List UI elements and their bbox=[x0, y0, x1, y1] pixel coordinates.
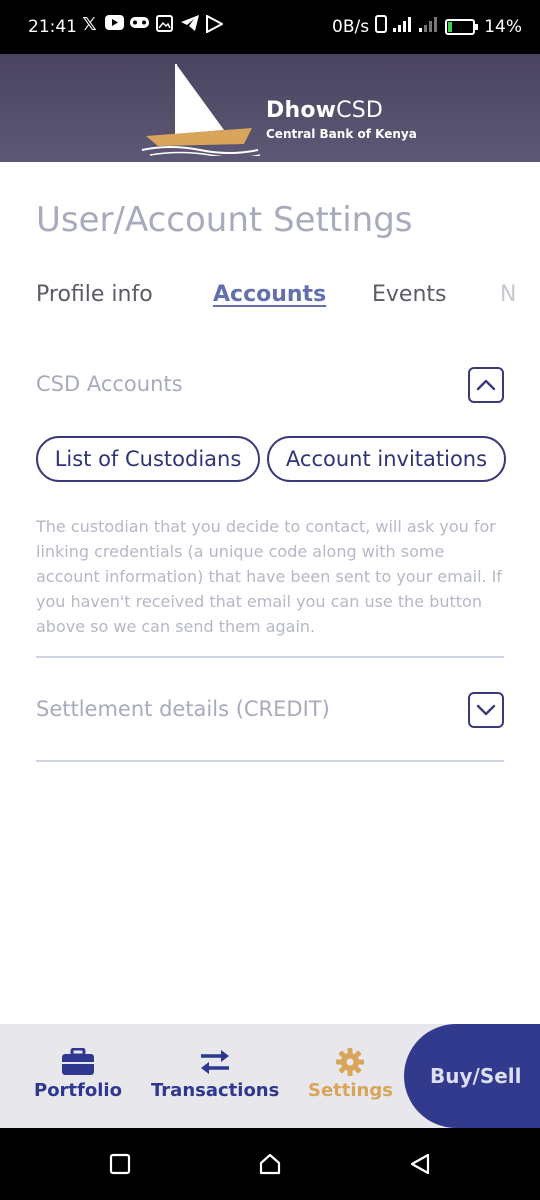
brand: DhowCSD Central Bank of Kenya bbox=[266, 98, 417, 141]
back-triangle-icon bbox=[410, 1153, 430, 1175]
square-icon bbox=[109, 1153, 131, 1175]
settlement-details-label: Settlement details (CREDIT) bbox=[36, 697, 330, 721]
brand-name-bold: Dhow bbox=[266, 98, 337, 123]
section-divider bbox=[36, 656, 504, 658]
csd-accounts-collapse-button[interactable] bbox=[468, 367, 504, 403]
tab-events[interactable]: Events bbox=[372, 282, 447, 307]
status-bar: 21:41 𝕏 0B/s 14% bbox=[0, 0, 540, 54]
list-of-custodians-button[interactable]: List of Custodians bbox=[36, 436, 260, 482]
page-title: User/Account Settings bbox=[36, 200, 413, 240]
battery-icon bbox=[445, 18, 478, 35]
transfer-arrows-icon bbox=[199, 1046, 231, 1078]
signal-icon bbox=[393, 16, 413, 37]
briefcase-icon bbox=[61, 1046, 95, 1078]
home-icon bbox=[259, 1153, 281, 1175]
recent-apps-button[interactable] bbox=[108, 1152, 132, 1176]
x-icon: 𝕏 bbox=[82, 14, 97, 35]
chevron-down-icon bbox=[476, 704, 496, 716]
nav-transactions-label: Transactions bbox=[151, 1080, 280, 1101]
nav-portfolio-label: Portfolio bbox=[34, 1080, 122, 1101]
tab-accounts[interactable]: Accounts bbox=[213, 282, 326, 307]
brand-name: DhowCSD bbox=[266, 98, 417, 123]
battery-fill bbox=[448, 21, 452, 32]
home-button[interactable] bbox=[258, 1152, 282, 1176]
tab-profile-info[interactable]: Profile info bbox=[36, 282, 153, 307]
app-screen: 21:41 𝕏 0B/s 14% DhowCSD Central Bank of… bbox=[0, 0, 540, 1200]
game-controller-icon bbox=[130, 15, 149, 34]
nav-settings-label: Settings bbox=[308, 1080, 393, 1101]
back-button[interactable] bbox=[408, 1152, 432, 1176]
telegram-icon bbox=[180, 15, 199, 34]
system-navigation-bar bbox=[0, 1128, 540, 1200]
bottom-navigation: Portfolio Transactions Settings Buy/Sell bbox=[0, 1024, 540, 1128]
gear-icon bbox=[336, 1046, 365, 1078]
brand-name-light: CSD bbox=[336, 98, 384, 123]
dhow-logo-icon bbox=[141, 64, 260, 156]
account-invitations-button[interactable]: Account invitations bbox=[267, 436, 506, 482]
csd-accounts-description: The custodian that you decide to contact… bbox=[36, 517, 503, 636]
play-store-icon bbox=[205, 14, 225, 34]
signal-secondary-icon bbox=[419, 16, 439, 37]
settlement-details-expand-button[interactable] bbox=[468, 692, 504, 728]
notification-icons: 𝕏 bbox=[80, 14, 225, 35]
chevron-up-icon bbox=[476, 379, 496, 391]
system-status-icons bbox=[375, 15, 478, 38]
gallery-icon bbox=[155, 15, 174, 34]
status-time: 21:41 bbox=[28, 17, 77, 37]
app-header: DhowCSD Central Bank of Kenya bbox=[0, 54, 540, 162]
nav-settings[interactable]: Settings bbox=[308, 1046, 393, 1101]
phone-outline-icon bbox=[375, 15, 387, 38]
youtube-icon bbox=[105, 15, 124, 34]
nav-portfolio[interactable]: Portfolio bbox=[34, 1046, 122, 1101]
tab-notifications-partial[interactable]: N bbox=[500, 282, 516, 307]
battery-percent: 14% bbox=[484, 17, 522, 37]
section-divider bbox=[36, 760, 504, 762]
settings-tabs: Profile info Accounts Events N bbox=[36, 282, 540, 316]
buy-sell-button[interactable]: Buy/Sell bbox=[404, 1024, 540, 1128]
network-speed: 0B/s bbox=[332, 17, 370, 37]
nav-transactions[interactable]: Transactions bbox=[151, 1046, 279, 1101]
brand-subtitle: Central Bank of Kenya bbox=[266, 127, 417, 141]
csd-accounts-label: CSD Accounts bbox=[36, 372, 183, 396]
